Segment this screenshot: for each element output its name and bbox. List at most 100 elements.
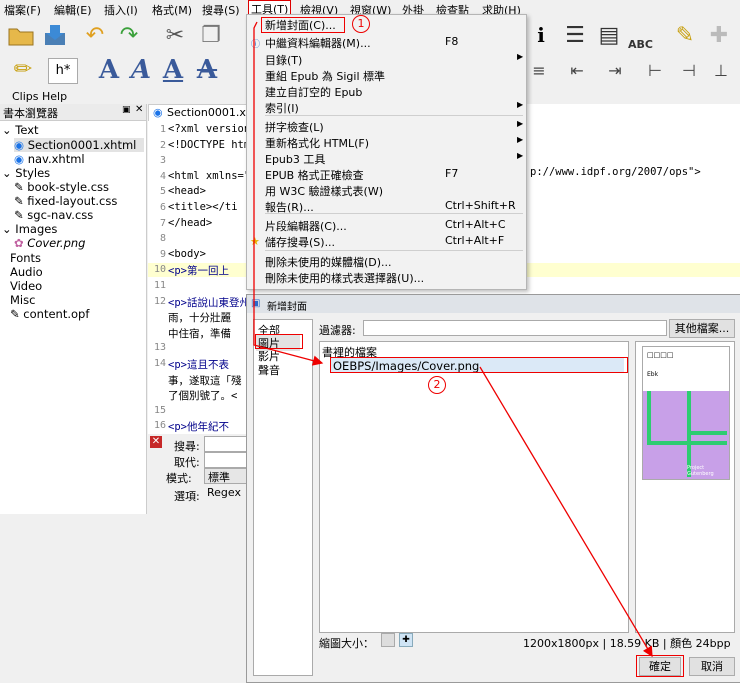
tree-file-cover[interactable]: ✿ Cover.png [14,236,85,250]
menu-item[interactable]: 目錄(T) ▶ [265,52,524,68]
menu-item[interactable]: 儲存搜尋(S)... Ctrl+Alt+F [265,234,521,250]
metadata-icon: ⓘ [251,40,261,50]
cover-author-text: Ebk [647,371,659,378]
menu-item[interactable]: 索引(I) ▶ [265,100,524,116]
menu-item-label: 刪除未使用的樣式表選擇器(U)... [265,272,425,285]
tree-file-fixed-layout[interactable]: ✎ fixed-layout.css [14,194,117,208]
category-audio[interactable]: 聲音 [258,362,280,378]
tree-file-nav[interactable]: ◉ nav.xhtml [14,152,85,166]
line-number: 11 [153,280,166,291]
menu-item-label: 重組 Epub 為 Sigil 標準 [265,70,386,83]
code-text: <!DOCTYPE htm [168,138,251,151]
menu-item-label: 儲存搜尋(S)... [265,236,336,249]
cut-icon[interactable]: ✂ [160,20,190,50]
find-input[interactable] [204,436,250,452]
zoom-out-icon[interactable] [381,633,395,647]
tree-file-section0001[interactable]: ◉ Section0001.xhtml [14,138,144,152]
cover-title-text: □□□□ [647,351,674,359]
line-number: 12 [153,295,166,307]
align-icon[interactable]: ≡ [524,55,554,85]
menu-item[interactable]: Epub3 工具 ▶ [265,151,524,167]
tree-folder-images[interactable]: ⌄ Images [2,222,57,236]
book-browser-header: 書本瀏覽器 ▣ ✕ [0,104,146,121]
tree-folder-fonts[interactable]: Fonts [10,251,41,265]
indent-icon[interactable]: ⇥ [600,55,630,85]
file-label: content.opf [23,307,90,321]
heading-select[interactable]: h* [48,58,78,84]
tree-file-sgc-nav[interactable]: ✎ sgc-nav.css [14,208,93,222]
html-file-icon: ◉ [14,138,25,152]
code-text: <p>第一回上 [168,265,229,278]
tree-folder-text[interactable]: ⌄ Text [2,123,39,137]
line-number: 13 [153,342,166,354]
heading-up-icon[interactable]: ⊢ [640,55,670,85]
submenu-arrow-icon: ▶ [517,52,524,61]
pencil-icon[interactable]: ✏ [8,54,38,84]
tree-file-content-opf[interactable]: ✎ content.opf [10,307,89,321]
menu-item[interactable]: 建立自訂空的 Epub [265,84,521,100]
line-number: 2 [159,139,166,151]
menu-edit[interactable]: 編輯(E) [54,2,92,18]
clips-help[interactable]: Clips Help [12,90,67,103]
file-label: nav.xhtml [27,152,85,166]
menu-item[interactable]: 中繼資料編輯器(M)... F8 [265,35,521,51]
filter-input[interactable] [363,320,667,336]
submenu-arrow-icon: ▶ [517,151,524,160]
underline-icon[interactable]: A [158,55,188,85]
save-icon[interactable] [40,20,70,50]
zoom-in-icon[interactable]: ✚ [399,633,413,647]
add-icon[interactable]: ✚ [704,20,734,50]
menu-item[interactable]: 刪除未使用的媒體檔(D)... [265,254,521,270]
file-list: 書裡的檔案 OEBPS/Images/Cover.png [319,341,629,633]
regex-option[interactable]: Regex [204,486,251,500]
replace-input[interactable] [204,452,250,468]
outdent-icon[interactable]: ⇤ [562,55,592,85]
close-find-icon[interactable]: ✕ [150,436,162,448]
close-icon[interactable]: ✕ [135,104,143,115]
tree-file-book-style[interactable]: ✎ book-style.css [14,180,109,194]
tree-folder-audio[interactable]: Audio [10,265,43,279]
add-cover-dialog: ▣ 新增封面 全部 圖片 影片 聲音 過濾器: 其他檔案... 書裡的檔案 OE… [246,294,740,683]
undo-icon[interactable]: ↶ [80,20,110,50]
css-file-icon: ✎ [14,194,24,208]
list-icon[interactable]: ☰ [560,20,590,50]
menu-item[interactable]: 用 W3C 驗證樣式表(W) [265,183,521,199]
book-browser-title: 書本瀏覽器 [3,107,58,120]
open-folder-icon[interactable] [6,20,36,50]
cancel-button[interactable]: 取消 [689,657,735,676]
submenu-arrow-icon: ▶ [517,119,524,128]
checklist-icon[interactable]: ▤ [594,20,624,50]
line-number: 14 [153,358,166,369]
heading-down-icon[interactable]: ⊣ [674,55,704,85]
thumbnail-size-label: 縮圖大小： [319,637,374,650]
bold-icon[interactable]: A [94,55,124,85]
copy-icon[interactable]: ❐ [196,20,226,50]
tree-folder-misc[interactable]: Misc [10,293,35,307]
menu-item[interactable]: 重新格式化 HTML(F) ▶ [265,135,523,151]
italic-icon[interactable]: A [126,55,156,85]
other-files-button[interactable]: 其他檔案... [669,319,735,338]
redo-icon[interactable]: ↷ [114,20,144,50]
menu-item[interactable]: 片段編輯器(C)... Ctrl+Alt+C [265,218,521,234]
info-icon[interactable]: i [526,20,556,50]
menu-item[interactable]: EPUB 格式正確檢查 F7 [265,167,521,183]
line-number: 4 [159,170,166,182]
replace-label: 取代: [174,456,200,469]
menu-item[interactable]: 刪除未使用的樣式表選擇器(U)... [265,270,521,286]
menu-separator [265,115,523,116]
cover-deco [687,431,727,435]
menu-insert[interactable]: 插入(I) [104,2,138,18]
tree-folder-video[interactable]: Video [10,279,42,293]
menu-item[interactable]: 拼字檢查(L) ▶ [265,119,524,135]
menu-item[interactable]: 重組 Epub 為 Sigil 標準 [265,68,521,84]
menu-file[interactable]: 檔案(F) [4,2,41,18]
float-icon[interactable]: ▣ [122,105,131,115]
tree-folder-styles[interactable]: ⌄ Styles [2,166,50,180]
menu-search[interactable]: 搜尋(S) [202,2,240,18]
heading-level-icon[interactable]: ⊥ [706,55,736,85]
strikethrough-icon[interactable]: A [192,55,222,85]
menu-format[interactable]: 格式(M) [152,2,192,18]
submenu-arrow-icon: ▶ [517,100,524,109]
image-info: 1200x1800px | 18.59 KB | 顏色 24bpp [523,637,731,650]
clear-icon[interactable]: ✎ [670,20,700,50]
